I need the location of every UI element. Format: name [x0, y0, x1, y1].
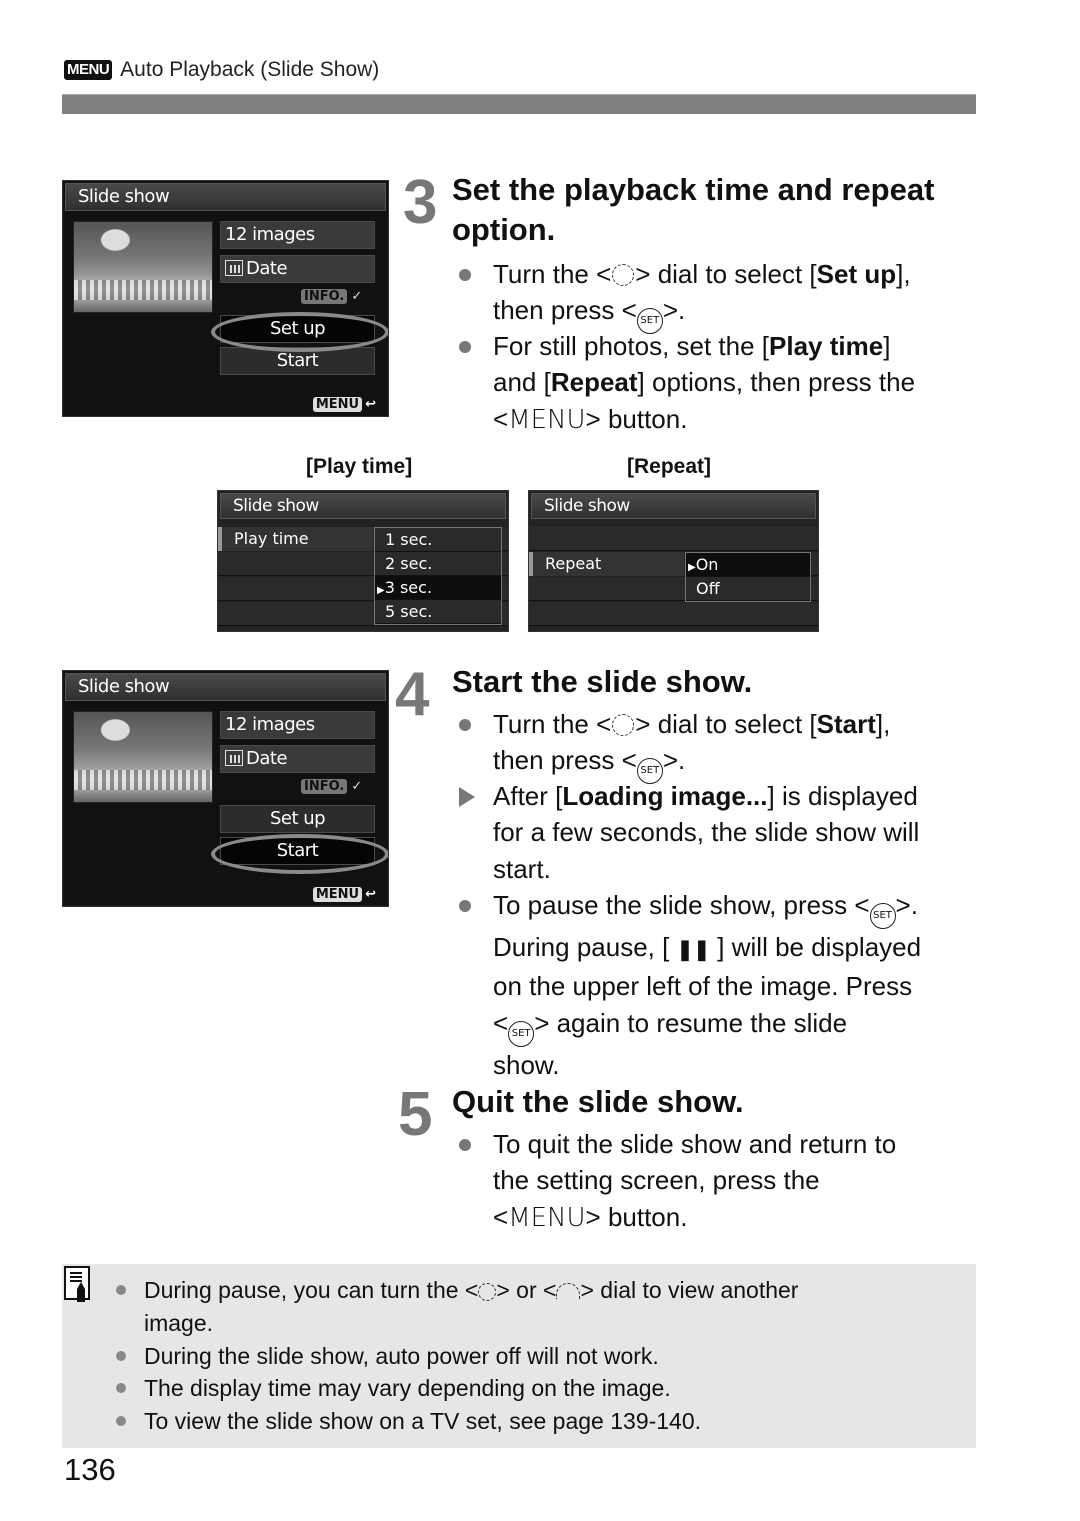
step-5-bullet-1: To quit the slide show and return to the… [459, 1126, 983, 1236]
memo-note-icon [64, 1266, 90, 1300]
thumbnail-image [73, 221, 213, 313]
option-5-sec[interactable]: 5 sec. [375, 600, 501, 624]
step-5-heading: Quit the slide show. [452, 1084, 744, 1119]
image-count-option[interactable]: 12 images [220, 221, 375, 249]
info-button-icon: INFO. [301, 779, 348, 794]
notes-box: During pause, you can turn the < > or < > … [62, 1264, 976, 1448]
play-time-options: 1 sec. 2 sec. ▶3 sec. 5 sec. [374, 527, 502, 625]
sort-label: Date [246, 258, 288, 279]
calendar-icon [225, 750, 243, 766]
sort-label: Date [246, 748, 288, 769]
set-button-icon: SET [869, 903, 896, 929]
highlight-ring [211, 834, 388, 874]
camera-screen-start: Slide show 12 images Date INFO. ✓ Set up … [62, 670, 389, 907]
section-title: Auto Playback (Slide Show) [120, 58, 380, 81]
option-1-sec[interactable]: 1 sec. [375, 528, 501, 552]
info-hint: INFO. ✓ [301, 779, 362, 794]
sort-option[interactable]: Date [220, 255, 375, 283]
bullet-dot-icon [459, 269, 471, 281]
repeat-options: ▶On Off [685, 552, 811, 602]
step-3-bullet-1: Turn the < > dial to select [Set up], the… [459, 256, 983, 335]
result-arrow-icon [459, 787, 475, 807]
page-number: 136 [64, 1452, 116, 1487]
highlight-ring [211, 312, 388, 352]
note-item-2: During the slide show, auto power off wi… [116, 1340, 659, 1373]
info-button-icon: INFO. [301, 289, 348, 304]
note-item-1: During pause, you can turn the < > or < > … [116, 1274, 964, 1339]
bullet-dot-icon [459, 900, 471, 912]
set-button-icon: SET [508, 1020, 535, 1047]
menu-button-icon: MENU [508, 404, 586, 435]
step-4-bullet-1: Turn the < > dial to select [Start], then… [459, 706, 983, 785]
bullet-dot-icon [459, 341, 471, 353]
step-4-heading: Start the slide show. [452, 664, 753, 699]
caption-play-time: [Play time] [306, 455, 413, 478]
bullet-dot-icon [459, 719, 471, 731]
menu-tab-icon: MENU [64, 60, 113, 80]
bullet-dot-icon [116, 1416, 126, 1426]
header-divider-bar [62, 94, 976, 114]
screen-title: Slide show [220, 493, 506, 519]
step-4-result: After [Loading image...] is displayed fo… [459, 778, 983, 887]
bullet-dot-icon [459, 1139, 471, 1151]
sort-option[interactable]: Date [220, 745, 375, 773]
empty-row [529, 602, 818, 626]
note-item-4: To view the slide show on a TV set, see … [116, 1405, 701, 1438]
step-number-4: 4 [395, 660, 430, 729]
step-3-bullet-2: For still photos, set the [Play time] an… [459, 328, 983, 438]
menu-back-hint: MENU ↩ [312, 887, 376, 902]
check-icon: ✓ [351, 779, 363, 794]
bullet-dot-icon [116, 1383, 126, 1393]
image-count-option[interactable]: 12 images [220, 711, 375, 739]
screen-title: Slide show [531, 493, 816, 519]
play-time-label: Play time [218, 527, 373, 551]
return-icon: ↩ [365, 397, 376, 412]
step-3-heading: Set the playback time and repeat option. [452, 172, 935, 247]
setup-option[interactable]: Set up [220, 805, 375, 833]
thumbnail-image [73, 711, 213, 803]
section-header: MENU Auto Playback (Slide Show) [64, 58, 379, 82]
quick-control-dial-icon [478, 1283, 497, 1301]
pause-icon: ❚❚ [676, 939, 711, 961]
caption-repeat: [Repeat] [627, 455, 712, 478]
menu-back-hint: MENU ↩ [312, 397, 376, 412]
repeat-label: Repeat [529, 552, 684, 576]
step-number-5: 5 [398, 1080, 433, 1149]
quick-control-dial-icon [612, 264, 635, 286]
camera-screen-setup: Slide show 12 images Date INFO. ✓ Set up … [62, 180, 389, 417]
option-off[interactable]: Off [686, 577, 810, 601]
option-2-sec[interactable]: 2 sec. [375, 552, 501, 576]
step-number-3: 3 [403, 168, 438, 237]
bullet-dot-icon [116, 1351, 126, 1361]
screen-title: Slide show [65, 183, 386, 211]
main-dial-icon [556, 1283, 581, 1299]
camera-screen-repeat: Slide show Repeat ▶On Off [528, 490, 819, 632]
empty-row [529, 527, 818, 551]
option-on-selected[interactable]: ▶On [686, 553, 810, 577]
check-icon: ✓ [351, 289, 363, 304]
quick-control-dial-icon [612, 714, 635, 736]
step-4-bullet-2: To pause the slide show, press < SET >. Du… [459, 887, 983, 1083]
screen-title: Slide show [65, 673, 386, 701]
option-3-sec-selected[interactable]: ▶3 sec. [375, 576, 501, 600]
calendar-icon [225, 260, 243, 276]
return-icon: ↩ [365, 887, 376, 902]
info-hint: INFO. ✓ [301, 289, 362, 304]
bullet-dot-icon [116, 1285, 126, 1295]
note-item-3: The display time may vary depending on t… [116, 1372, 671, 1405]
menu-button-icon: MENU [312, 397, 363, 412]
camera-screen-play-time: Slide show Play time 1 sec. 2 sec. ▶3 se… [217, 490, 509, 632]
menu-button-icon: MENU [312, 887, 363, 902]
menu-button-icon: MENU [508, 1202, 586, 1233]
